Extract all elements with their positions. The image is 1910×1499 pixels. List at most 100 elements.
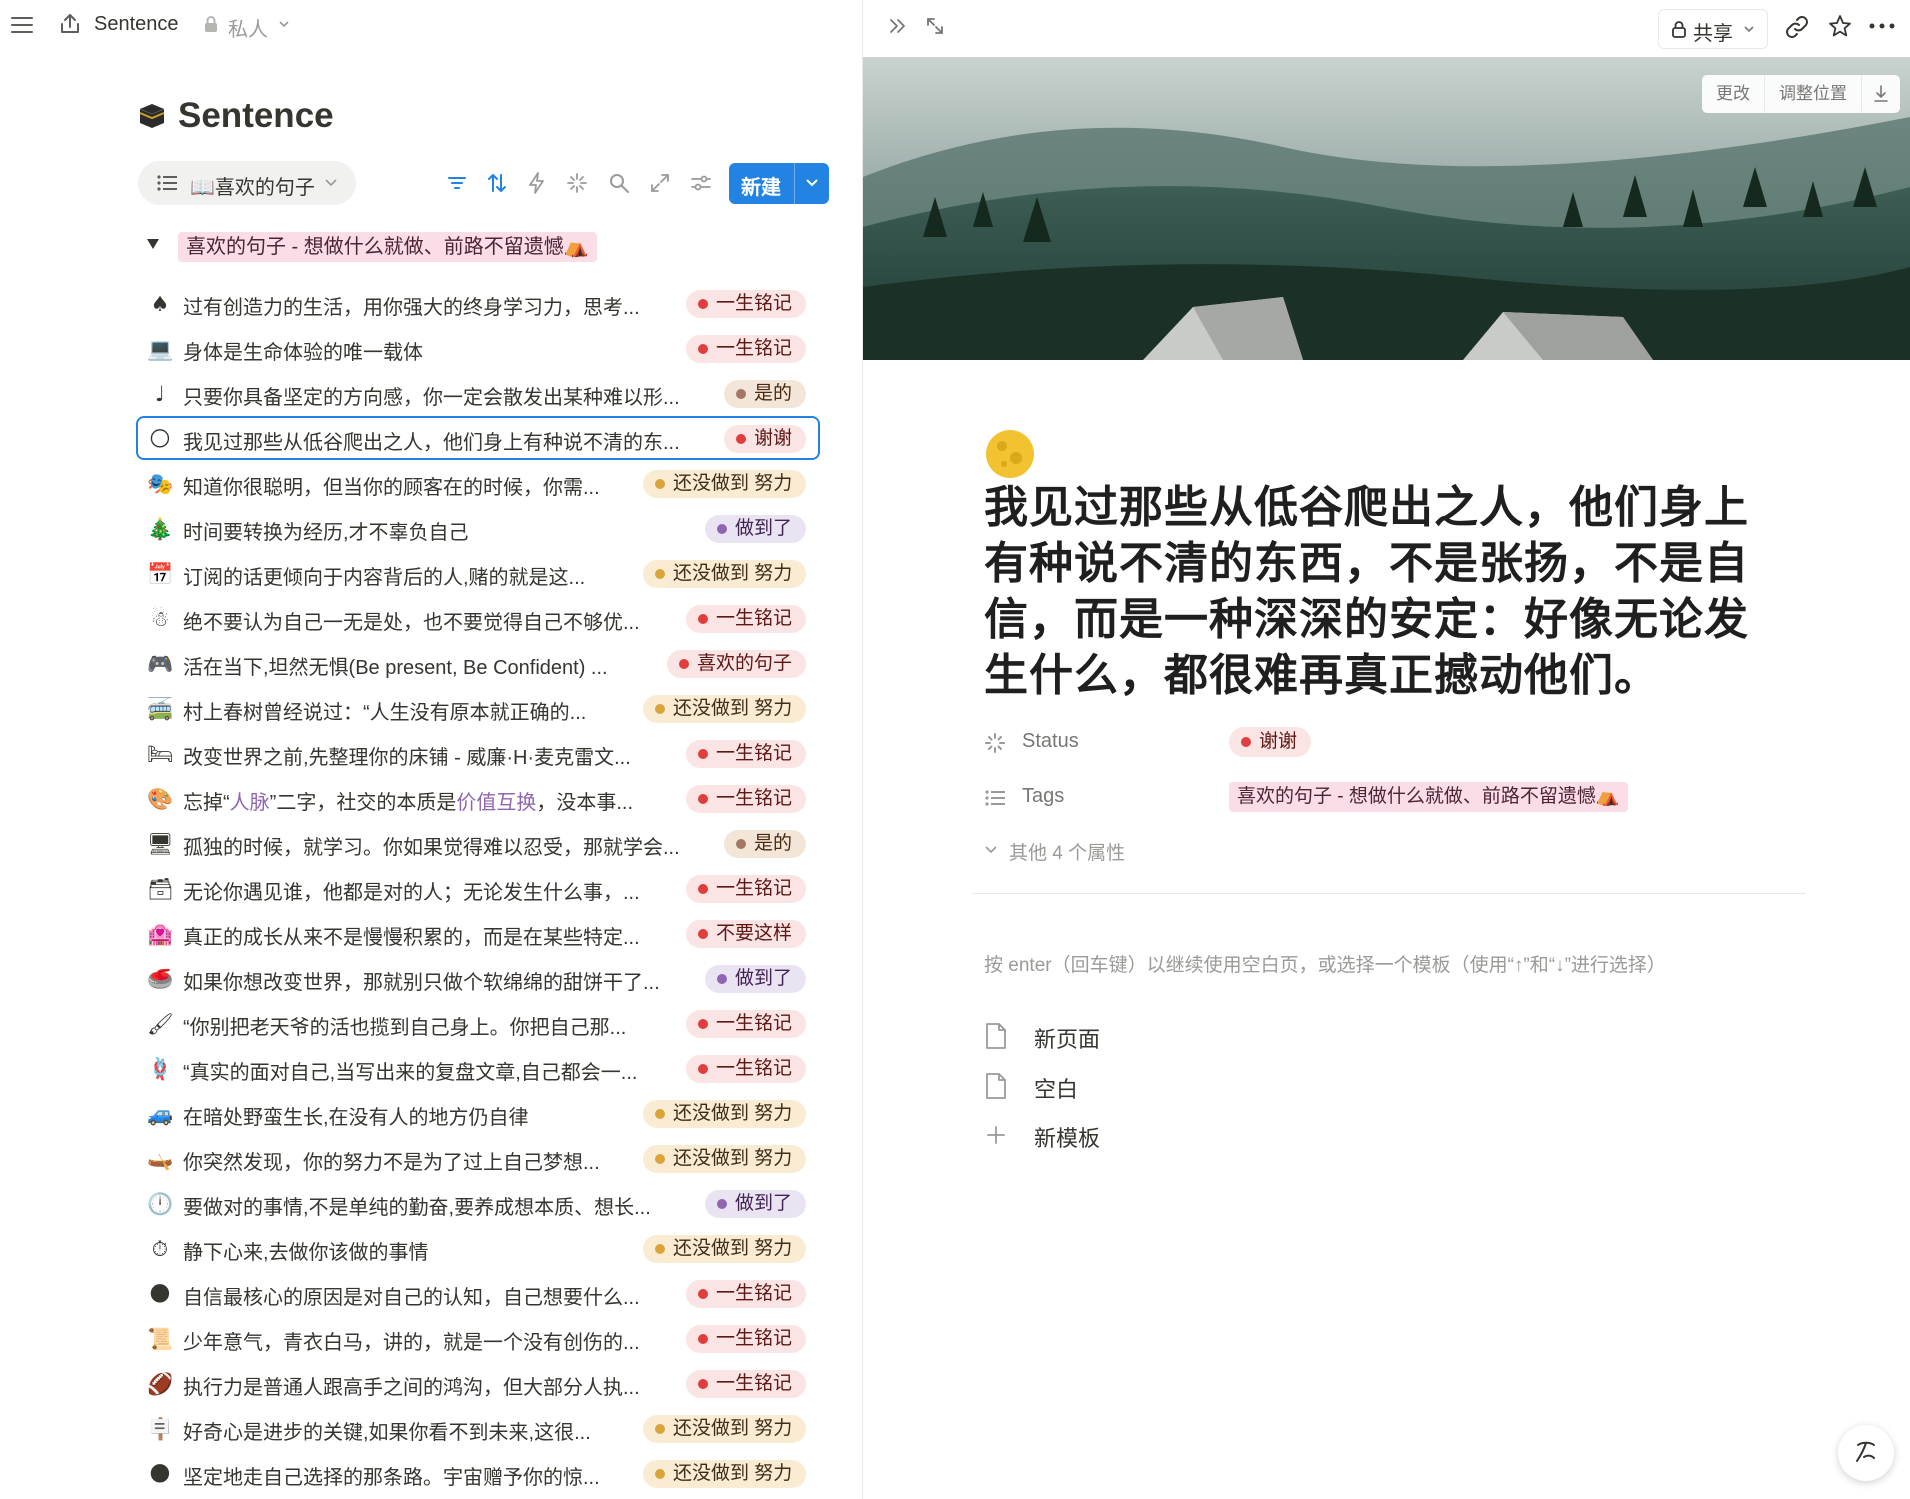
list-view-icon [157,175,177,191]
list-item[interactable]: 🏈 执行力是普通人跟高手之间的鸿沟，但大部分人执... 一生铭记 [138,1363,818,1403]
row-title: 村上春树曾经说过：“人生没有原本就正确的... [183,702,587,724]
list-item[interactable]: 🌕 我见过那些从低谷爬出之人，他们身上有种说不清的东... 谢谢 [138,418,818,458]
chevron-down-icon [1744,26,1754,33]
list-item[interactable]: 🪧 好奇心是进步的关键,如果你看不到未来,这很... 还没做到 努力 [138,1408,818,1448]
status-badge: 还没做到 努力 [643,695,807,723]
status-label: 一生铭记 [716,878,793,899]
list-item[interactable]: 📅 订阅的话更倾向于内容背后的人,赌的就是这... 还没做到 努力 [138,553,818,593]
status-value[interactable]: 谢谢 [1229,727,1312,757]
list-item[interactable]: 📜 少年意气，青衣白马，讲的，就是一个没有创伤的... 一生铭记 [138,1318,818,1358]
list-item[interactable]: ☃ 绝不要认为自己一无是处，也不要觉得自己不够优... 一生铭记 [138,598,818,638]
status-dot [655,479,665,489]
row-title: 自信最核心的原因是对自己的认知，自己想要什么... [183,1287,640,1309]
row-emoji-icon: 🪧 [147,1417,174,1441]
status-badge: 还没做到 努力 [643,1235,807,1263]
breadcrumb-title[interactable]: Sentence [94,13,179,36]
open-full-page-icon[interactable] [924,15,946,37]
menu-icon[interactable] [10,14,34,36]
reposition-cover-button[interactable]: 调整位置 [1765,75,1862,113]
database-title: Sentence [178,96,334,135]
list-item[interactable]: 🖌 “你别把老天爷的活也揽到自己身上。你把自己那... 一生铭记 [138,1003,818,1043]
status-label: 喜欢的句子 [697,653,793,674]
template-blank[interactable]: 空白 [984,1066,1284,1106]
link-icon[interactable] [1784,14,1810,40]
status-badge: 还没做到 努力 [643,1460,807,1488]
template-new-page[interactable]: 新页面 [984,1016,1284,1056]
moon-page-icon[interactable] [984,428,1036,480]
list-item[interactable]: 🗃 无论你遇见谁，他都是对的人；无论发生什么事，... 一生铭记 [138,868,818,908]
status-label: 还没做到 努力 [673,473,793,494]
list-item[interactable]: 🎨 忘掉“人脉”二字，社交的本质是价值互换，没本事... 一生铭记 [138,778,818,818]
page-detail-panel: 共享 更改 调整位置 我见过那些从低谷爬出之人，他们身上有种说不清的东西，不是张… [863,0,1910,1499]
list-item[interactable]: 🌑 坚定地走自己选择的那条路。宇宙赠予你的惊... 还没做到 努力 [138,1453,818,1493]
close-peek-double-chevron-icon[interactable] [887,15,909,37]
list-item[interactable]: 🎭 知道你很聪明，但当你的顾客在的时候，你需... 还没做到 努力 [138,463,818,503]
star-icon[interactable] [1827,13,1853,39]
row-emoji-icon: 🌑 [149,1282,171,1306]
collapse-triangle-icon[interactable] [146,238,160,250]
automation-bolt-icon[interactable] [525,171,549,195]
row-title: 孤独的时候，就学习。你如果觉得难以忍受，那就学会... [183,837,680,859]
list-item[interactable]: 🛶 你突然发现，你的努力不是为了过上自己梦想... 还没做到 努力 [138,1138,818,1178]
status-dot [736,434,746,444]
ai-sparkle-icon[interactable] [565,171,589,195]
share-upload-icon[interactable] [58,12,82,36]
status-label: 还没做到 努力 [673,1238,793,1259]
tags-value[interactable]: 喜欢的句子 - 想做什么就做、前路不留遗憾⛺ [1229,782,1628,812]
list-item[interactable]: ♠ 过有创造力的生活，用你强大的终身学习力，思考... 一生铭记 [138,283,818,323]
row-title: 订阅的话更倾向于内容背后的人,赌的就是这... [183,567,586,589]
template-new-template[interactable]: 新模板 [984,1115,1284,1155]
database-panel: Sentence 私人 Sentence 📖喜欢的句子 新建 喜欢的句子 - 想… [0,0,862,1499]
status-label: 一生铭记 [716,1283,793,1304]
status-badge: 一生铭记 [686,1280,807,1308]
expand-icon[interactable] [648,171,672,195]
share-label: 共享 [1693,23,1733,45]
settings-sliders-icon[interactable] [689,171,713,195]
list-item[interactable]: ⏱ 静下心来,去做你该做的事情 还没做到 努力 [138,1228,818,1268]
status-badge: 一生铭记 [686,290,807,318]
top-bar: Sentence 私人 [0,0,862,52]
lock-icon [205,16,217,32]
search-icon[interactable] [607,171,631,195]
row-title-part: 人脉 [229,792,270,814]
download-cover-button[interactable] [1862,75,1900,113]
privacy-label[interactable]: 私人 [228,13,268,42]
chevron-down-icon[interactable] [278,19,290,29]
page-title[interactable]: 我见过那些从低谷爬出之人，他们身上有种说不清的东西，不是张扬，不是自信，而是一种… [984,480,1784,704]
row-title: 坚定地走自己选择的那条路。宇宙赠予你的惊... [183,1467,600,1489]
list-item[interactable]: 🖥 孤独的时候，就学习。你如果觉得难以忍受，那就学会... 是的 [138,823,818,863]
status-dot [698,614,708,624]
list-item[interactable]: 🕛 要做对的事情,不是单纯的勤奋,要养成想本质、想长... 做到了 [138,1183,818,1223]
list-item[interactable]: 🪢 “真实的面对自己,当写出来的复盘文章,自己都会一... 一生铭记 [138,1048,818,1088]
status-label: 是的 [754,833,793,854]
list-item[interactable]: 🎄 时间要转换为经历,才不辜负自己 做到了 [138,508,818,548]
more-properties-toggle[interactable]: 其他 4 个属性 [1009,838,1125,865]
sort-icon[interactable] [485,171,509,195]
share-button[interactable]: 共享 [1658,9,1768,49]
status-badge: 还没做到 努力 [643,1415,807,1443]
list-item[interactable]: 🎮 活在当下,坦然无惧(Be present, Be Confident) ...… [138,643,818,683]
status-label: 还没做到 努力 [673,1148,793,1169]
list-item[interactable]: 🚎 村上春树曾经说过：“人生没有原本就正确的... 还没做到 努力 [138,688,818,728]
status-label: 一生铭记 [716,1373,793,1394]
download-icon [1874,85,1888,102]
chevron-down-icon[interactable] [984,845,998,855]
row-title: 如果你想改变世界，那就别只做个软绵绵的甜饼干了... [183,972,660,994]
change-cover-button[interactable]: 更改 [1702,75,1765,113]
list-item[interactable]: ♩ 只要你具备坚定的方向感，你一定会散发出某种难以形... 是的 [138,373,818,413]
more-options-icon[interactable] [1868,22,1896,30]
filter-icon[interactable] [445,171,469,195]
row-title: 无论你遇见谁，他都是对的人；无论发生什么事，... [183,882,640,904]
view-selector[interactable]: 📖喜欢的句子 [138,161,356,205]
chevron-down-icon[interactable] [804,177,820,189]
list-item[interactable]: 🥌 如果你想改变世界，那就别只做个软绵绵的甜饼干了... 做到了 [138,958,818,998]
row-emoji-icon: ♩ [155,382,165,406]
list-item[interactable]: 🚙 在暗处野蛮生长,在没有人的地方仍自律 还没做到 努力 [138,1093,818,1133]
new-button[interactable]: 新建 [729,163,829,204]
list-item[interactable]: 🌑 自信最核心的原因是对自己的认知，自己想要什么... 一生铭记 [138,1273,818,1313]
help-button[interactable] [1838,1425,1894,1481]
status-dot [698,344,708,354]
list-item[interactable]: 🏩 真正的成长从来不是慢慢积累的，而是在某些特定... 不要这样 [138,913,818,953]
list-item[interactable]: 🛏 改变世界之前,先整理你的床铺 - 威廉·H·麦克雷文... 一生铭记 [138,733,818,773]
list-item[interactable]: 💻 身体是生命体验的唯一载体 一生铭记 [138,328,818,368]
